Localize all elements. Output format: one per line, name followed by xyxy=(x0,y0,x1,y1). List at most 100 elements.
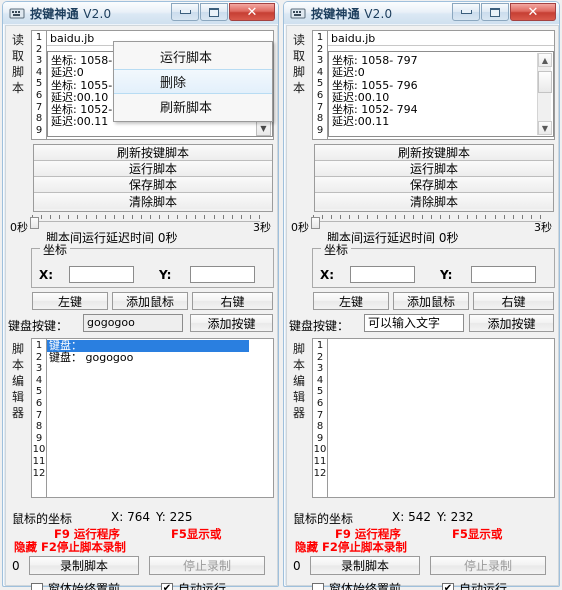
hotkey-f2-text-right: 隐藏 F2停止脚本录制 xyxy=(295,540,407,554)
auto-run-box[interactable]: ✔ xyxy=(161,582,173,590)
maximize-button[interactable] xyxy=(200,3,228,21)
app-screenshot: 按键神通 V2.0 ✕ 读取脚本 123456789 baidu.jb 坐标: … xyxy=(0,0,562,590)
slider-knob-right[interactable] xyxy=(311,217,320,229)
window-title: 按键神通 V2.0 xyxy=(30,5,111,22)
read-script-label-right: 读取脚本 xyxy=(292,33,305,96)
x-label: X: xyxy=(39,268,54,282)
stop-record-button: 停止录制 xyxy=(149,556,265,575)
stop-record-button-right: 停止录制 xyxy=(430,556,546,575)
keyboard-key-label: 键盘按键： xyxy=(8,319,69,333)
left-click-button[interactable]: 左键 xyxy=(32,292,108,310)
hotkey-f2-text: 隐藏 F2停止脚本录制 xyxy=(14,540,126,554)
window-title-version-right: V2.0 xyxy=(364,6,393,21)
right-click-button[interactable]: 右键 xyxy=(192,292,273,310)
scroll-up-arrow[interactable]: ▲ xyxy=(538,53,552,67)
window-controls: ✕ xyxy=(171,3,275,21)
app-icon-right xyxy=(290,5,306,21)
add-key-button[interactable]: 添加按键 xyxy=(190,314,273,332)
title-bar[interactable]: 按键神通 V2.0 ✕ xyxy=(3,2,278,24)
maximize-button-right[interactable] xyxy=(481,3,509,21)
context-menu-item-delete[interactable]: 删除 xyxy=(114,69,272,94)
scroll-down-arrow[interactable]: ▼ xyxy=(538,121,552,135)
slider-min-label-right: 0秒 xyxy=(291,221,309,234)
editor-line-selected[interactable]: 键盘： xyxy=(47,340,249,352)
keyboard-key-input-right[interactable]: 可以输入文字 xyxy=(364,314,464,332)
clear-script-button-right[interactable]: 清除脚本 xyxy=(315,193,553,209)
always-on-top-label: 窗体始终置前 xyxy=(48,582,121,590)
read-script-label: 读取脚本 xyxy=(11,33,24,96)
script-list-gutter-right: 123456789 xyxy=(313,31,328,139)
slider-knob[interactable] xyxy=(30,217,39,229)
script-editor-label: 脚本编辑器 xyxy=(11,342,24,421)
script-editor-gutter-right: 1 2 3 4 5 6 7 8 9 10 11 12 xyxy=(313,339,328,497)
slider-ticks xyxy=(32,215,260,220)
window-title-main: 按键神通 xyxy=(30,6,79,21)
slider-max-label: 3秒 xyxy=(253,221,271,234)
x-label-right: X: xyxy=(320,268,335,282)
always-on-top-box-right[interactable] xyxy=(312,582,324,590)
scroll-thumb[interactable] xyxy=(538,71,552,93)
title-bar-right[interactable]: 按键神通 V2.0 ✕ xyxy=(284,2,559,24)
auto-run-checkbox-right[interactable]: ✔ 自动运行 xyxy=(442,580,507,590)
left-click-button-right[interactable]: 左键 xyxy=(313,292,389,310)
slider-track xyxy=(32,221,260,224)
y-label-right: Y: xyxy=(440,268,453,282)
script-file-field-right[interactable]: baidu.jb xyxy=(328,31,554,46)
editor-line[interactable]: 键盘： gogogoo xyxy=(47,351,273,364)
mouse-x-value: X: 764 xyxy=(111,510,150,524)
window-controls-right: ✕ xyxy=(452,3,556,21)
minimize-button-right[interactable] xyxy=(452,3,480,21)
always-on-top-checkbox-right[interactable]: 窗体始终置前 xyxy=(312,580,401,590)
record-script-button[interactable]: 录制脚本 xyxy=(29,556,139,575)
right-click-button-right[interactable]: 右键 xyxy=(473,292,554,310)
auto-run-box-right[interactable]: ✔ xyxy=(442,582,454,590)
add-key-button-right[interactable]: 添加按键 xyxy=(469,314,554,332)
mouse-y-value: Y: 225 xyxy=(156,510,193,524)
combo-dropdown-arrow[interactable]: ▼ xyxy=(256,121,271,136)
refresh-key-script-button-right[interactable]: 刷新按键脚本 xyxy=(315,145,553,161)
script-editor-body-right[interactable] xyxy=(328,339,554,497)
slider-max-label-right: 3秒 xyxy=(534,221,552,234)
run-script-button-right[interactable]: 运行脚本 xyxy=(315,161,553,177)
close-button[interactable]: ✕ xyxy=(229,3,275,21)
y-input[interactable] xyxy=(190,266,255,283)
auto-run-label: 自动运行 xyxy=(178,582,227,590)
context-menu[interactable]: 运行脚本 删除 刷新脚本 xyxy=(113,41,273,122)
auto-run-label-right: 自动运行 xyxy=(459,582,508,590)
x-input-right[interactable] xyxy=(350,266,415,283)
script-editor-body[interactable]: 键盘： 键盘： gogogoo xyxy=(47,339,273,497)
run-script-button[interactable]: 运行脚本 xyxy=(34,161,272,177)
script-editor-box-right[interactable]: 1 2 3 4 5 6 7 8 9 10 11 12 xyxy=(312,338,555,498)
script-editor-box[interactable]: 1 2 3 4 5 6 7 8 9 10 11 12 键盘： 键盘： gogogoo xyxy=(31,338,274,498)
window-title-version: V2.0 xyxy=(83,6,112,21)
auto-run-checkbox[interactable]: ✔ 自动运行 xyxy=(161,580,226,590)
script-scrollbar[interactable]: ▲ ▼ xyxy=(537,53,552,135)
always-on-top-box[interactable] xyxy=(31,582,43,590)
add-mouse-button[interactable]: 添加鼠标 xyxy=(112,292,188,310)
context-menu-item-refresh-script[interactable]: 刷新脚本 xyxy=(114,94,272,119)
context-menu-item-run-script[interactable]: 运行脚本 xyxy=(114,44,272,69)
script-editor-label-right: 脚本编辑器 xyxy=(292,342,305,421)
always-on-top-checkbox[interactable]: 窗体始终置前 xyxy=(31,580,120,590)
save-script-button-right[interactable]: 保存脚本 xyxy=(315,177,553,193)
script-editor-gutter: 1 2 3 4 5 6 7 8 9 10 11 12 xyxy=(32,339,47,497)
y-label: Y: xyxy=(159,268,172,282)
x-input[interactable] xyxy=(69,266,134,283)
mouse-x-value-right: X: 542 xyxy=(392,510,431,524)
clear-script-button[interactable]: 清除脚本 xyxy=(34,193,272,209)
app-icon xyxy=(9,5,25,21)
close-button-right[interactable]: ✕ xyxy=(510,3,556,21)
keyboard-key-label-right: 键盘按键： xyxy=(289,319,350,333)
record-script-button-right[interactable]: 录制脚本 xyxy=(310,556,420,575)
y-input-right[interactable] xyxy=(471,266,536,283)
mouse-coordinate-label: 鼠标的坐标 xyxy=(12,512,73,526)
save-script-button[interactable]: 保存脚本 xyxy=(34,177,272,193)
coordinate-group-legend-right: 坐标 xyxy=(321,241,352,258)
keyboard-key-input[interactable]: gogogoo xyxy=(83,314,183,332)
add-mouse-button-right[interactable]: 添加鼠标 xyxy=(393,292,469,310)
slider-min-label: 0秒 xyxy=(10,221,28,234)
slider-track-right xyxy=(313,221,541,224)
window-right: 按键神通 V2.0 ✕ 读取脚本 123456789 baidu.jb 坐标: … xyxy=(281,0,562,590)
refresh-key-script-button[interactable]: 刷新按键脚本 xyxy=(34,145,272,161)
minimize-button[interactable] xyxy=(171,3,199,21)
